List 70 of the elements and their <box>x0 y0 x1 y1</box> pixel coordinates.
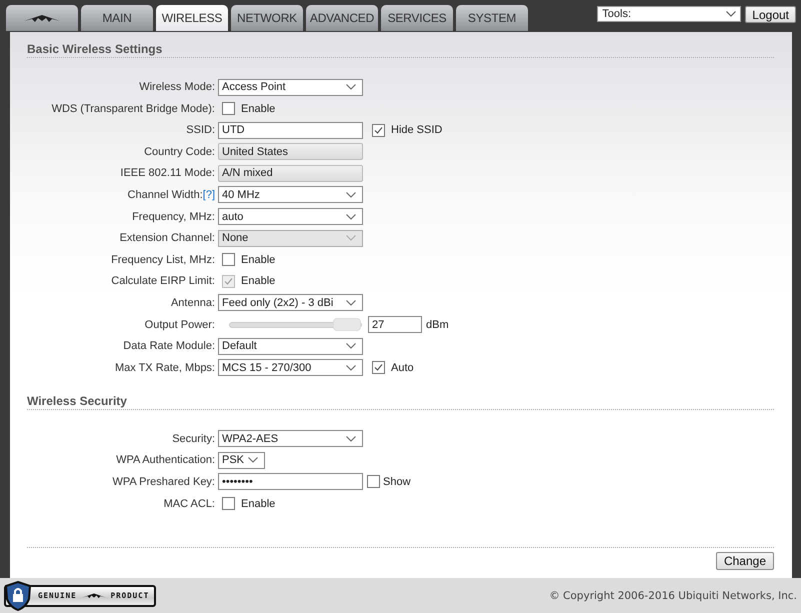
field-label: Output Power: <box>144 318 215 331</box>
field-label: IEEE 802.11 Mode: <box>120 167 215 180</box>
section-title: Wireless Security <box>27 394 774 410</box>
field-label: Max TX Rate, Mbps: <box>114 362 215 374</box>
checkbox[interactable] <box>372 124 385 137</box>
checkbox-label: Hide SSID <box>391 124 442 136</box>
dropdown[interactable]: Access Point <box>218 78 363 96</box>
field-label: WPA Authentication: <box>116 454 215 466</box>
dropdown[interactable]: 40 MHz <box>218 186 363 204</box>
chevron-icon <box>346 364 356 371</box>
field-label: Extension Channel: <box>120 232 215 244</box>
checkbox-label: Enable <box>241 275 276 288</box>
unit-label: dBm <box>426 318 449 331</box>
field-label: Wireless Mode: <box>139 81 215 93</box>
chevron-icon <box>726 11 736 17</box>
password-field[interactable]: •••••••• <box>218 473 363 490</box>
copyright-text: © Copyright 2006-2016 Ubiquiti Networks, Inc. <box>549 590 797 602</box>
field-label: Frequency, MHz: <box>132 210 215 223</box>
section-title: Basic Wireless Settings <box>27 42 774 58</box>
dropdown[interactable]: PSK <box>218 452 265 469</box>
checkbox-label: Auto <box>391 362 414 374</box>
nav-tab[interactable]: WIRELESS <box>156 5 228 31</box>
slider-thumb[interactable] <box>333 318 361 331</box>
chevron-icon <box>346 300 356 306</box>
field-label: MAC ACL: <box>164 498 215 510</box>
dropdown[interactable]: Feed only (2x2) - 3 dBi <box>218 294 363 312</box>
input-field[interactable]: 27 <box>368 316 422 334</box>
readonly-field: A/N mixed <box>218 164 363 182</box>
logo-tab[interactable] <box>6 5 78 31</box>
field-label: Country Code: <box>144 146 215 158</box>
chevron-icon <box>346 192 356 198</box>
tools-dropdown[interactable]: Tools: <box>597 6 742 22</box>
checkbox[interactable] <box>222 253 235 266</box>
nav-tab[interactable]: SERVICES <box>381 5 453 31</box>
checkbox-label: Show <box>383 476 411 488</box>
dropdown[interactable]: auto <box>218 208 363 226</box>
logout-button[interactable]: Logout <box>745 6 796 23</box>
nav-tab[interactable]: NETWORK <box>231 5 303 31</box>
field-label: Antenna: <box>170 296 215 309</box>
field-label: SSID: <box>186 124 215 136</box>
chevron-icon <box>346 436 356 442</box>
checkbox-label: Enable <box>241 498 276 510</box>
help-link[interactable]: [?] <box>202 188 215 201</box>
nav-tab[interactable]: MAIN <box>81 5 153 31</box>
field-label: Channel Width: <box>128 188 203 201</box>
checkbox[interactable] <box>372 361 385 374</box>
nav-tab[interactable]: SYSTEM <box>456 5 528 31</box>
field-label: Security: <box>172 432 215 445</box>
chevron-icon <box>248 457 258 464</box>
checkbox[interactable] <box>222 102 235 116</box>
field-label: Data Rate Module: <box>123 340 215 352</box>
field-label: Calculate EIRP Limit: <box>111 275 215 288</box>
dropdown[interactable]: MCS 15 - 270/300 <box>218 359 363 376</box>
checkbox[interactable] <box>222 497 235 510</box>
dropdown[interactable]: Default <box>218 338 363 355</box>
input-field[interactable]: UTD <box>218 122 363 139</box>
chevron-icon <box>346 214 356 220</box>
field-label: WPA Preshared Key: <box>112 476 215 488</box>
checkbox-label: Enable <box>241 102 276 115</box>
chevron-icon <box>346 343 356 350</box>
change-button[interactable]: Change <box>716 552 774 570</box>
nav-tab[interactable]: ADVANCED <box>306 5 378 31</box>
field-label: WDS (Transparent Bridge Mode): <box>52 102 215 115</box>
checkbox-label: Enable <box>241 254 276 266</box>
chevron-icon <box>346 235 356 242</box>
chevron-icon <box>346 84 356 90</box>
field-label: Frequency List, MHz: <box>111 254 215 266</box>
dropdown[interactable]: WPA2-AES <box>218 430 363 448</box>
readonly-field: United States <box>218 143 363 160</box>
checkbox[interactable] <box>367 475 380 488</box>
